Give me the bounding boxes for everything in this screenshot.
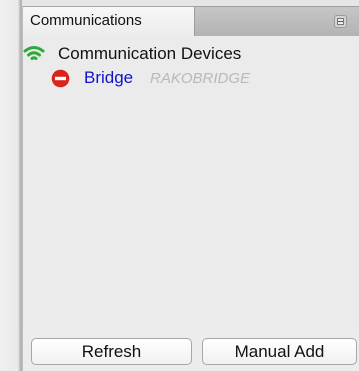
tab-label: Communications xyxy=(30,12,142,29)
wifi-icon xyxy=(23,46,45,60)
app-window: Communications Communication Devices Bri… xyxy=(0,0,359,371)
manual-add-button[interactable]: Manual Add xyxy=(202,338,357,365)
communications-panel: Communications Communication Devices Bri… xyxy=(22,6,359,371)
refresh-button[interactable]: Refresh xyxy=(31,338,192,365)
device-tree: Communication Devices Bridge RAKOBRIDGE xyxy=(23,36,359,331)
tab-bar: Communications xyxy=(23,6,359,36)
tree-root-label: Communication Devices xyxy=(58,44,242,63)
device-id: RAKOBRIDGE xyxy=(150,70,251,87)
button-bar: Refresh Manual Add xyxy=(23,331,359,371)
device-name: Bridge xyxy=(84,68,134,87)
tab-communications[interactable]: Communications xyxy=(23,6,195,36)
left-sidebar-edge xyxy=(0,0,22,371)
tab-bar-filler xyxy=(195,6,359,36)
minimize-icon[interactable] xyxy=(334,15,347,28)
stop-icon xyxy=(51,69,70,88)
